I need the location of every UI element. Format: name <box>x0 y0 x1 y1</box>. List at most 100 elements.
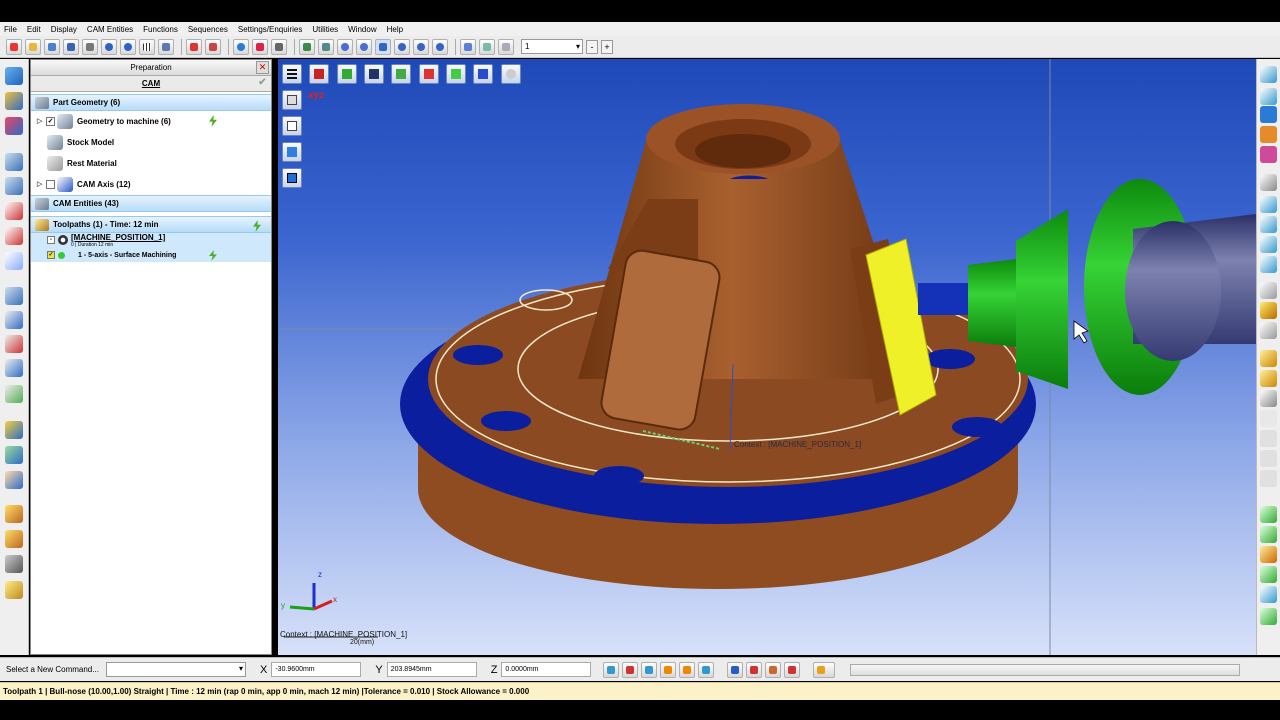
run-icon[interactable] <box>813 661 836 678</box>
solid-cylinder-icon[interactable] <box>5 177 23 195</box>
menu-utilities[interactable]: Utilities <box>312 25 338 34</box>
menu-sequences[interactable]: Sequences <box>188 25 228 34</box>
view-green-cube-icon[interactable] <box>337 64 357 84</box>
line-icon[interactable] <box>5 92 23 110</box>
command-input[interactable] <box>106 662 246 677</box>
draft-icon[interactable] <box>1260 216 1277 233</box>
chamfer-icon[interactable] <box>1260 196 1277 213</box>
mill-icon[interactable] <box>1260 322 1277 339</box>
menu-help[interactable]: Help <box>387 25 403 34</box>
pad-icon[interactable] <box>1260 174 1277 191</box>
import-icon[interactable] <box>44 38 60 55</box>
cube-icon[interactable] <box>5 581 23 599</box>
view-select-icon[interactable] <box>479 38 495 55</box>
palette-icon[interactable] <box>1260 66 1277 83</box>
measure-icon[interactable] <box>5 421 23 439</box>
dim-icon[interactable] <box>1260 390 1277 407</box>
note-icon[interactable] <box>1260 410 1277 427</box>
analysis-icon[interactable] <box>5 446 23 464</box>
curve-icon[interactable] <box>5 117 23 135</box>
operation-checkbox[interactable]: ✓ <box>47 251 55 259</box>
snap-curve-icon[interactable] <box>660 661 677 678</box>
view-shaded-icon[interactable] <box>282 142 302 162</box>
z-coordinate-field[interactable]: 0.0000mm <box>501 662 592 677</box>
layer-select[interactable]: 1 <box>521 39 583 54</box>
tree-item-rest-material[interactable]: Rest Material <box>31 153 271 174</box>
view-fit-icon[interactable] <box>460 38 476 55</box>
gear-icon[interactable] <box>1260 350 1277 367</box>
solid-box-icon[interactable] <box>5 153 23 171</box>
people-icon[interactable] <box>765 661 782 678</box>
tree-section-cam-entities[interactable]: CAM Entities (43) <box>31 195 271 212</box>
measure-distance-icon[interactable] <box>727 661 744 678</box>
undo-icon[interactable] <box>101 38 117 55</box>
export-icon[interactable] <box>1260 586 1277 603</box>
tree-item-cam-axis[interactable]: ▷ CAM Axis (12) <box>31 174 271 195</box>
expand-icon[interactable]: ▷ <box>37 174 42 195</box>
hole-icon[interactable] <box>5 530 23 548</box>
view-layout-icon[interactable] <box>498 38 514 55</box>
rotate-icon[interactable] <box>394 38 410 55</box>
solid-cut-icon[interactable] <box>5 202 23 220</box>
spin-icon[interactable] <box>413 38 429 55</box>
tree-item-machine-position[interactable]: - [MACHINE_POSITION_1] 0 | Duration 12 m… <box>31 233 271 249</box>
pen-icon[interactable] <box>5 555 23 573</box>
zoom-icon[interactable] <box>337 38 353 55</box>
text-icon[interactable] <box>1260 470 1277 487</box>
3d-viewport[interactable]: xyz Context : [MACHINE_POSITION_1] z y x… <box>278 59 1256 655</box>
view-menu-button[interactable] <box>282 64 302 84</box>
view-wireframe-icon[interactable] <box>282 116 302 136</box>
collapse-icon[interactable]: - <box>47 236 55 244</box>
drill-icon[interactable] <box>1260 282 1277 299</box>
snap-icon[interactable] <box>603 661 620 678</box>
menu-functions[interactable]: Functions <box>143 25 178 34</box>
render-icon[interactable] <box>252 38 268 55</box>
symbol-icon[interactable] <box>1260 450 1277 467</box>
solid-fillet-icon[interactable] <box>5 227 23 245</box>
drafting-icon[interactable] <box>5 471 23 489</box>
shading-icon[interactable] <box>233 38 249 55</box>
snap-surface-icon[interactable] <box>679 661 696 678</box>
cycle-icon[interactable] <box>1260 370 1277 387</box>
panel-close-button[interactable]: ✕ <box>256 61 269 74</box>
grid-icon[interactable] <box>139 38 155 55</box>
menu-edit[interactable]: Edit <box>27 25 41 34</box>
view-front-icon[interactable] <box>419 64 439 84</box>
view-blue-cube-icon[interactable] <box>364 64 384 84</box>
solid-shell-icon[interactable] <box>5 252 23 270</box>
tree-section-toolpaths[interactable]: Toolpaths (1) - Time: 12 min <box>31 216 271 233</box>
snap-angle-icon[interactable] <box>698 661 715 678</box>
zoom-window-icon[interactable] <box>356 38 372 55</box>
check-green-icon[interactable] <box>1260 506 1277 523</box>
boolean-icon[interactable] <box>1260 236 1277 253</box>
cam-axis-checkbox[interactable] <box>46 180 55 189</box>
hatch-icon[interactable] <box>1260 430 1277 447</box>
table-icon[interactable] <box>784 661 801 678</box>
snap-point-icon[interactable] <box>641 661 658 678</box>
pan-icon[interactable] <box>375 38 391 55</box>
tab-cam[interactable]: CAM ✔ <box>31 76 271 92</box>
x-coordinate-field[interactable]: -30.9600mm <box>271 662 362 677</box>
menu-settings[interactable]: Settings/Enquiries <box>238 25 302 34</box>
tap-icon[interactable] <box>1260 302 1277 319</box>
axis-icon[interactable] <box>205 38 221 55</box>
layer-minus-button[interactable]: - <box>586 39 598 54</box>
box-pink-icon[interactable] <box>1260 146 1277 163</box>
expand-icon[interactable]: ▷ <box>37 111 42 132</box>
view-shaded-edges-icon[interactable] <box>282 168 302 188</box>
tree-item-operation[interactable]: ✓ 1 - 5-axis - Surface Machining <box>31 249 271 262</box>
verify-icon[interactable] <box>1260 526 1277 543</box>
menu-window[interactable]: Window <box>348 25 376 34</box>
bar-chart-icon[interactable] <box>746 661 763 678</box>
save-icon[interactable] <box>63 38 79 55</box>
tool-r-icon[interactable] <box>5 335 23 353</box>
triad-icon[interactable] <box>186 38 202 55</box>
print-icon[interactable] <box>82 38 98 55</box>
view-side-icon[interactable] <box>446 64 466 84</box>
box-orange-icon[interactable] <box>1260 126 1277 143</box>
surface-icon[interactable] <box>5 287 23 305</box>
view-red-cube-icon[interactable] <box>309 64 329 84</box>
tool-t-icon[interactable] <box>5 359 23 377</box>
postprocess-icon[interactable] <box>1260 566 1277 583</box>
tree-item-geometry-to-machine[interactable]: ▷ ✓ Geometry to machine (6) <box>31 111 271 132</box>
